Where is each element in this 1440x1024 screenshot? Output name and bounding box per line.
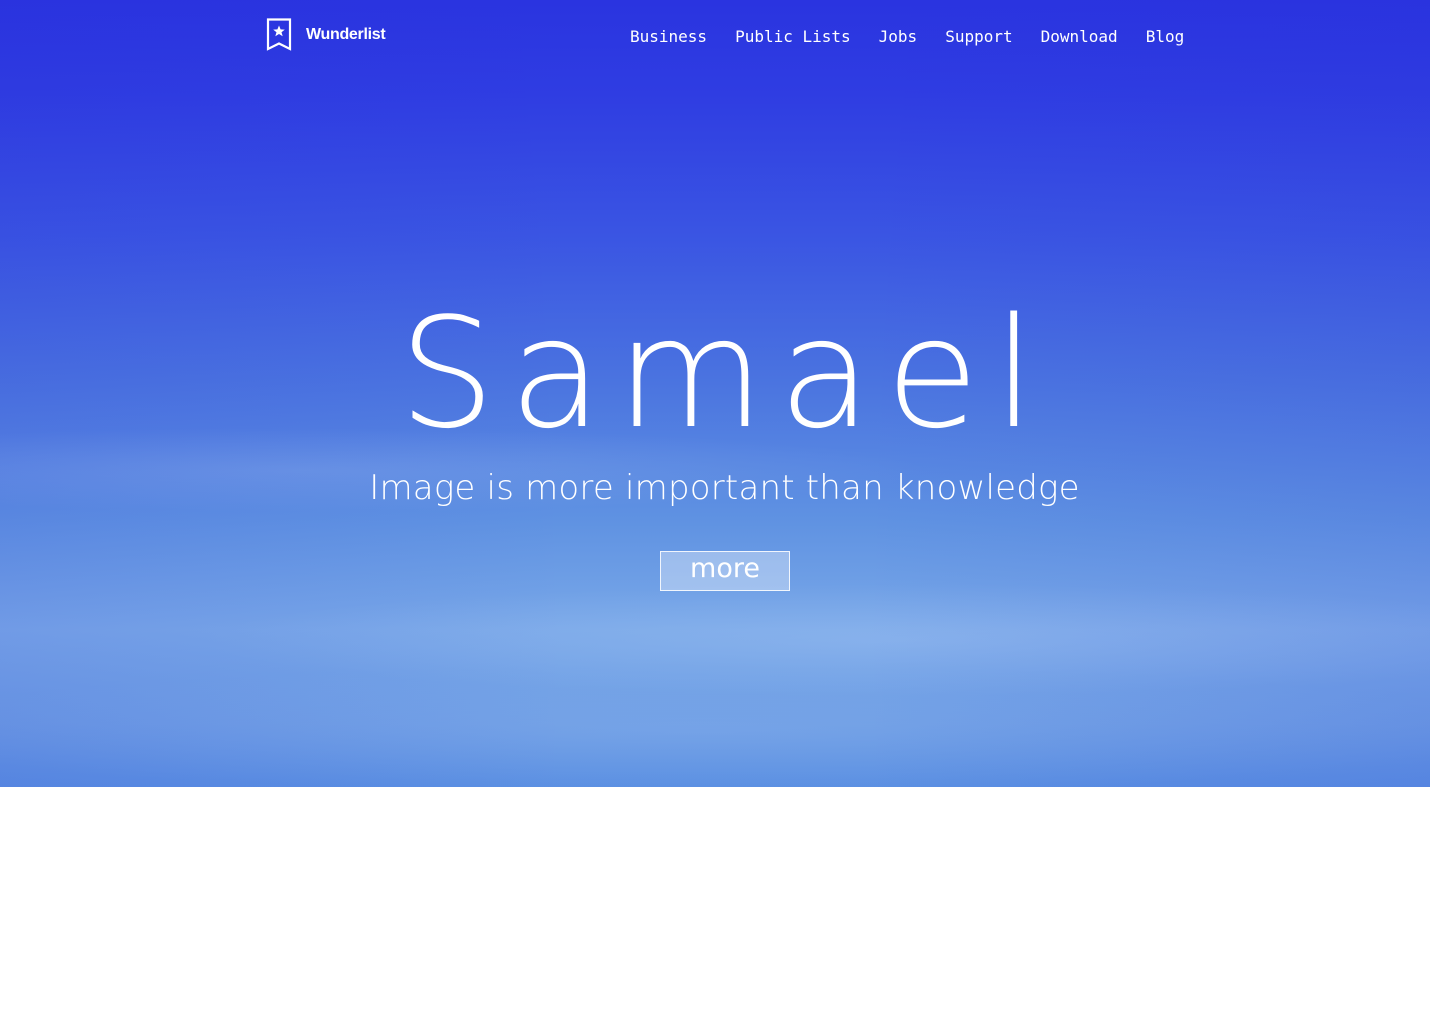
nav-link-support[interactable]: Support	[945, 27, 1012, 46]
more-button[interactable]: more	[660, 551, 790, 591]
content-area	[0, 787, 1430, 1024]
brand-logo-link[interactable]: Wunderlist	[266, 18, 386, 51]
brand-name: Wunderlist	[306, 25, 386, 43]
nav-link-jobs[interactable]: Jobs	[879, 27, 918, 46]
nav-link-download[interactable]: Download	[1041, 27, 1118, 46]
main-nav: Business Public Lists Jobs Support Downl…	[630, 27, 1184, 46]
nav-link-business[interactable]: Business	[630, 27, 707, 46]
nav-link-public-lists[interactable]: Public Lists	[735, 27, 851, 46]
top-navigation-bar: Wunderlist Business Public Lists Jobs Su…	[0, 0, 1430, 74]
hero-subtitle: Image is more important than knowledge	[369, 468, 1080, 508]
hero-section: Wunderlist Business Public Lists Jobs Su…	[0, 0, 1430, 787]
nav-link-blog[interactable]: Blog	[1146, 27, 1185, 46]
hero-title: Samael	[398, 285, 1050, 462]
bookmark-star-icon	[266, 18, 292, 51]
